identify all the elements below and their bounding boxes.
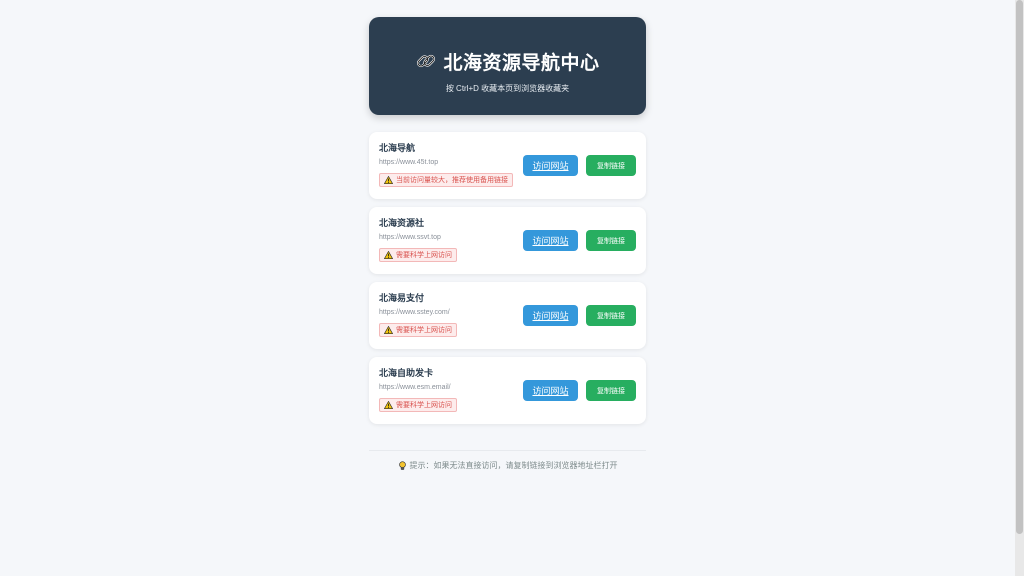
footer-text: 提示：如果无法直接访问，请复制链接到浏览器地址栏打开 xyxy=(409,461,618,470)
site-name: 北海易支付 xyxy=(379,293,425,303)
warning-text: 需要科学上网访问 xyxy=(396,252,452,259)
nav-container: 北海资源导航中心 按 Ctrl+D 收藏本页到浏览器收藏夹 北海导航 https… xyxy=(369,17,646,471)
warning-icon xyxy=(384,176,393,184)
warning-icon xyxy=(384,326,393,334)
site-name: 北海导航 xyxy=(379,143,416,153)
site-url: https://www.esm.email/ xyxy=(379,384,451,391)
site-url: https://www.ssvt.top xyxy=(379,234,441,241)
site-actions: 访问网站 复制链接 xyxy=(523,380,636,401)
visit-site-button[interactable]: 访问网站 xyxy=(523,230,578,251)
vertical-scrollbar[interactable] xyxy=(1015,0,1024,576)
site-info: 北海资源社 https://www.ssvt.top 需要科学上网访问 xyxy=(379,218,457,264)
copy-link-button[interactable]: 复制链接 xyxy=(586,155,636,176)
site-card: 北海易支付 https://www.sstey.com/ 需要科学上网访问 访问… xyxy=(369,282,646,349)
visit-site-button[interactable]: 访问网站 xyxy=(523,380,578,401)
lightbulb-icon xyxy=(398,460,406,470)
warning-icon xyxy=(384,251,393,259)
copy-link-button[interactable]: 复制链接 xyxy=(586,230,636,251)
copy-link-button[interactable]: 复制链接 xyxy=(586,305,636,326)
visit-site-button[interactable]: 访问网站 xyxy=(523,155,578,176)
page-title: 北海资源导航中心 xyxy=(443,52,600,74)
copy-link-button[interactable]: 复制链接 xyxy=(586,380,636,401)
site-url: https://www.45t.top xyxy=(379,159,439,166)
site-actions: 访问网站 复制链接 xyxy=(523,305,636,326)
site-actions: 访问网站 复制链接 xyxy=(523,155,636,176)
footer-tip: 提示：如果无法直接访问，请复制链接到浏览器地址栏打开 xyxy=(369,460,646,471)
site-actions: 访问网站 复制链接 xyxy=(523,230,636,251)
warning-badge: 需要科学上网访问 xyxy=(379,323,457,337)
warning-text: 当前访问量较大，推荐使用备用链接 xyxy=(396,177,508,184)
link-icon xyxy=(417,54,436,68)
site-info: 北海易支付 https://www.sstey.com/ 需要科学上网访问 xyxy=(379,293,457,339)
site-name: 北海资源社 xyxy=(379,218,425,228)
page-viewport: 北海资源导航中心 按 Ctrl+D 收藏本页到浏览器收藏夹 北海导航 https… xyxy=(0,0,1015,576)
scrollbar-thumb[interactable] xyxy=(1016,0,1023,534)
warning-badge: 需要科学上网访问 xyxy=(379,398,457,412)
title-row: 北海资源导航中心 xyxy=(369,49,646,74)
warning-badge: 当前访问量较大，推荐使用备用链接 xyxy=(379,173,513,187)
site-info: 北海自助发卡 https://www.esm.email/ 需要科学上网访问 xyxy=(379,368,457,414)
site-card: 北海自助发卡 https://www.esm.email/ 需要科学上网访问 访… xyxy=(369,357,646,424)
site-card: 北海资源社 https://www.ssvt.top 需要科学上网访问 访问网站… xyxy=(369,207,646,274)
warning-text: 需要科学上网访问 xyxy=(396,327,452,334)
header-banner: 北海资源导航中心 按 Ctrl+D 收藏本页到浏览器收藏夹 xyxy=(369,17,646,115)
warning-badge: 需要科学上网访问 xyxy=(379,248,457,262)
site-card: 北海导航 https://www.45t.top 当前访问量较大，推荐使用备用链… xyxy=(369,132,646,199)
footer-divider xyxy=(369,450,646,451)
visit-site-button[interactable]: 访问网站 xyxy=(523,305,578,326)
warning-text: 需要科学上网访问 xyxy=(396,402,452,409)
site-info: 北海导航 https://www.45t.top 当前访问量较大，推荐使用备用链… xyxy=(379,143,513,189)
bookmark-hint: 按 Ctrl+D 收藏本页到浏览器收藏夹 xyxy=(445,84,570,93)
site-name: 北海自助发卡 xyxy=(379,368,434,378)
warning-icon xyxy=(384,401,393,409)
site-url: https://www.sstey.com/ xyxy=(379,309,450,316)
